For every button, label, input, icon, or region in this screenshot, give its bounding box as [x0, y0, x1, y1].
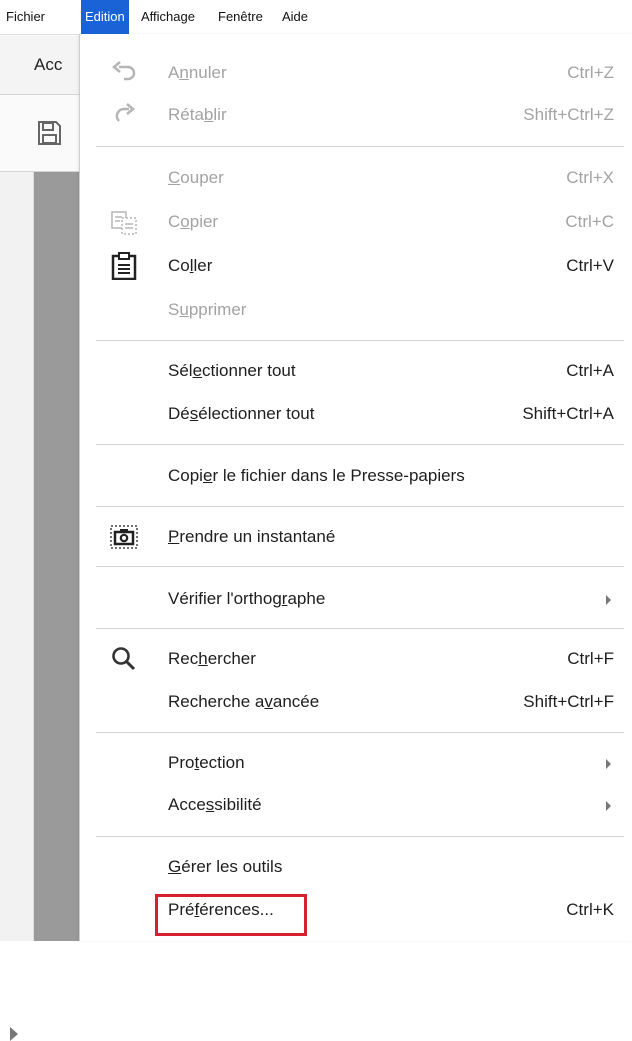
- menu-separator: [96, 146, 624, 147]
- submenu-arrow-icon: [606, 759, 611, 769]
- menu-item-copier[interactable]: Copier Ctrl+C: [80, 203, 632, 241]
- toolbar-area: [0, 95, 80, 172]
- menu-separator: [96, 836, 624, 837]
- menu-item-shortcut: Shift+Ctrl+F: [523, 692, 614, 711]
- copy-icon: [111, 211, 137, 235]
- menu-separator: [96, 444, 624, 445]
- menu-item-shortcut: Shift+Ctrl+A: [522, 404, 614, 423]
- edition-menu: Annuler Ctrl+Z Rétablir Shift+Ctrl+Z Cou…: [79, 34, 632, 941]
- menu-item-label: Gérer les outils: [168, 857, 283, 876]
- menu-item-label: Couper: [168, 168, 224, 187]
- menu-item-rechercher[interactable]: Rechercher Ctrl+F: [80, 640, 632, 678]
- menu-item-retablir[interactable]: Rétablir Shift+Ctrl+Z: [80, 96, 632, 134]
- menu-item-shortcut: Shift+Ctrl+Z: [523, 105, 614, 124]
- menu-item-label: Protection: [168, 753, 245, 772]
- menu-item-supprimer[interactable]: Supprimer: [80, 291, 632, 329]
- menu-item-label: Coller: [168, 256, 213, 275]
- menu-item-label: Copier le fichier dans le Presse-papiers: [168, 466, 465, 485]
- menu-item-coller[interactable]: Coller Ctrl+V: [80, 247, 632, 285]
- menu-item-shortcut: Ctrl+V: [566, 256, 614, 275]
- menu-item-shortcut: Ctrl+Z: [567, 63, 614, 82]
- menu-item-label: Désélectionner tout: [168, 404, 315, 423]
- menu-item-accessibilite[interactable]: Accessibilité: [80, 786, 632, 824]
- menu-bar: Fichier Edition Affichage Fenêtre Aide: [0, 0, 632, 35]
- menu-item-instantane[interactable]: Prendre un instantané: [80, 518, 632, 556]
- menu-item-protection[interactable]: Protection: [80, 744, 632, 782]
- chevron-right-icon[interactable]: [10, 1027, 18, 1041]
- menu-fenetre[interactable]: Fenêtre: [214, 0, 267, 34]
- menu-item-label: Rechercher: [168, 649, 256, 668]
- menu-separator: [96, 506, 624, 507]
- menu-separator: [96, 566, 624, 567]
- menu-item-shortcut: Ctrl+C: [565, 212, 614, 231]
- menu-item-copier-fichier[interactable]: Copier le fichier dans le Presse-papiers: [80, 457, 632, 495]
- left-panel: [0, 172, 34, 1041]
- menu-edition[interactable]: Edition: [81, 0, 129, 34]
- menu-item-label: Annuler: [168, 63, 227, 82]
- menu-item-label: Rétablir: [168, 105, 227, 124]
- document-tab[interactable]: Acc: [0, 36, 80, 95]
- menu-item-label: Copier: [168, 212, 219, 231]
- menu-item-gerer-outils[interactable]: Gérer les outils: [80, 848, 632, 886]
- menu-item-label: Vérifier l'orthographe: [168, 589, 326, 608]
- search-icon: [112, 647, 136, 671]
- menu-affichage[interactable]: Affichage: [137, 0, 199, 34]
- snapshot-camera-icon: [110, 525, 138, 549]
- menu-item-annuler[interactable]: Annuler Ctrl+Z: [80, 54, 632, 92]
- menu-item-shortcut: Ctrl+A: [566, 361, 614, 380]
- menu-item-couper[interactable]: Couper Ctrl+X: [80, 159, 632, 197]
- submenu-arrow-icon: [606, 595, 611, 605]
- menu-item-recherche-avancee[interactable]: Recherche avancée Shift+Ctrl+F: [80, 683, 632, 721]
- submenu-arrow-icon: [606, 801, 611, 811]
- document-canvas: [34, 172, 80, 941]
- menu-item-label: Accessibilité: [168, 795, 262, 814]
- menu-item-label: Supprimer: [168, 300, 247, 319]
- menu-fichier[interactable]: Fichier: [2, 0, 49, 34]
- menu-item-shortcut: Ctrl+F: [567, 649, 614, 668]
- menu-item-label: Sélectionner tout: [168, 361, 296, 380]
- menu-aide[interactable]: Aide: [278, 0, 312, 34]
- paste-icon: [111, 252, 137, 280]
- menu-item-label: Prendre un instantané: [168, 527, 336, 546]
- menu-item-deselectionner-tout[interactable]: Désélectionner tout Shift+Ctrl+A: [80, 395, 632, 433]
- save-icon[interactable]: [36, 120, 62, 146]
- redo-icon: [115, 103, 135, 122]
- document-tab-label: Acc: [34, 55, 63, 74]
- menu-item-label: Recherche avancée: [168, 692, 320, 711]
- menu-item-shortcut: Ctrl+K: [566, 900, 614, 919]
- menu-item-shortcut: Ctrl+X: [566, 168, 614, 187]
- highlight-box: [155, 894, 307, 936]
- menu-separator: [96, 732, 624, 733]
- menu-separator: [96, 628, 624, 629]
- undo-icon: [112, 61, 136, 81]
- menu-separator: [96, 340, 624, 341]
- menu-item-selectionner-tout[interactable]: Sélectionner tout Ctrl+A: [80, 352, 632, 390]
- menu-item-verifier-orthographe[interactable]: Vérifier l'orthographe: [80, 580, 632, 618]
